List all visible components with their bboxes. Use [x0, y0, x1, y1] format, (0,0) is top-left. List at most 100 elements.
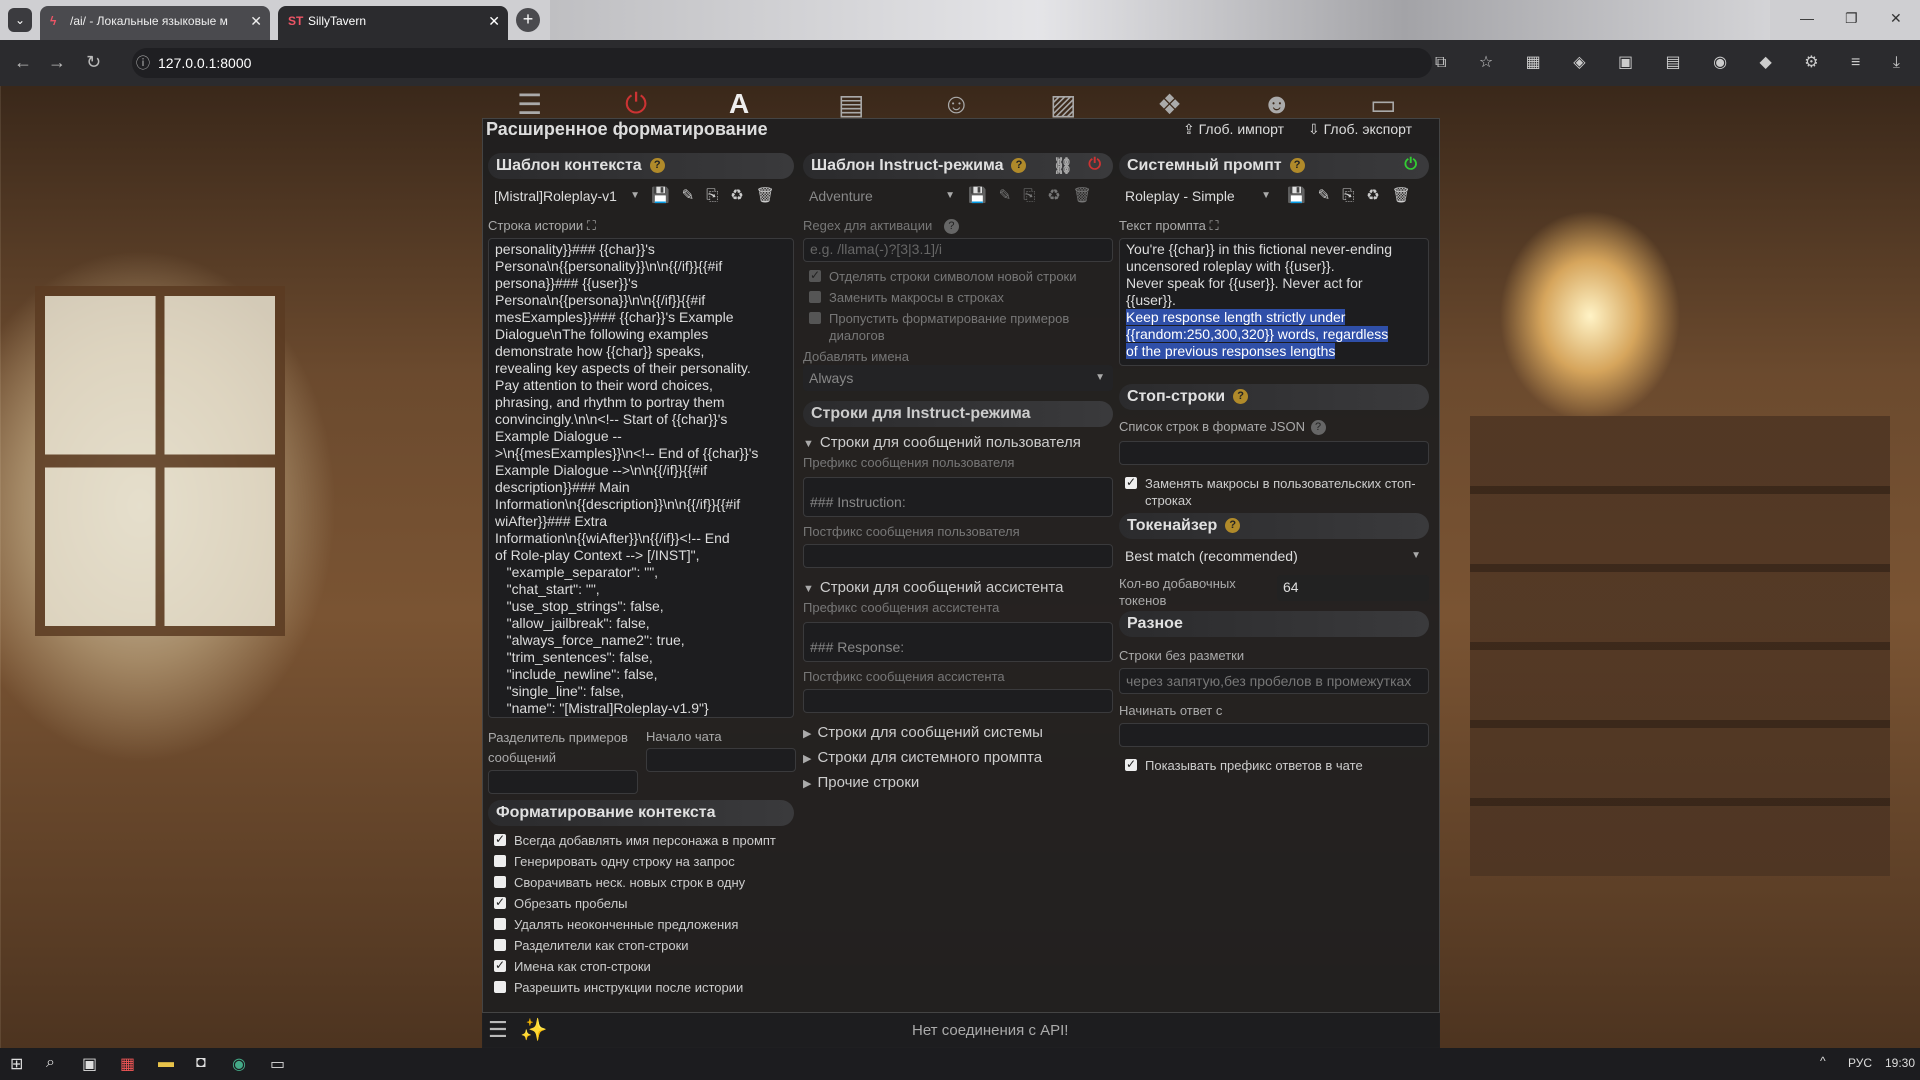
skip-examples-checkbox[interactable]: Пропустить форматирование примеров диало… — [803, 310, 1113, 344]
advanced-formatting-panel: Расширенное форматирование ⇪ Глоб. импор… — [482, 118, 1440, 1048]
folder-icon[interactable]: ▬ — [158, 1054, 174, 1072]
user-cog-icon[interactable]: ☺ — [942, 88, 971, 120]
context-format-checkbox[interactable]: Всегда добавлять имя персонажа в промпт — [488, 831, 794, 849]
cubes-icon[interactable]: ❖ — [1157, 88, 1182, 121]
url-input[interactable]: ⓘ 127.0.0.1:8000 — [132, 48, 1432, 78]
windows-start-icon[interactable]: ⊞ — [10, 1054, 23, 1074]
context-format-checkbox[interactable]: Разделители как стоп-строки — [488, 937, 794, 954]
tray-chevron-icon[interactable]: ^ — [1820, 1054, 1826, 1068]
caret-down-icon: ▼ — [1095, 372, 1105, 384]
smile-icon[interactable]: ☻ — [1262, 88, 1291, 120]
prompt-text-label: Текст промпта ⛶ — [1119, 218, 1219, 233]
new-tab-button[interactable]: + — [516, 8, 540, 32]
context-template-select[interactable]: [Mistral]Roleplay-v1 ▼ — [488, 183, 648, 209]
browser-tab-2[interactable]: ST SillyTavern ✕ — [278, 6, 508, 40]
template-actions[interactable]: 💾✎⎘♻🗑 — [651, 183, 787, 209]
forward-icon[interactable]: → — [48, 52, 66, 73]
start-reply-input[interactable] — [1119, 723, 1429, 748]
regex-input[interactable]: e.g. /llama(-)?[3|3.1]/i — [803, 238, 1113, 263]
context-format-checkbox[interactable]: Обрезать пробелы — [488, 894, 794, 912]
context-format-checkbox[interactable]: Генерировать одну строку на запрос — [488, 853, 794, 870]
replace-stop-macros-checkbox[interactable]: Заменять макросы в пользовательских стоп… — [1119, 474, 1429, 509]
language-indicator[interactable]: РУС — [1848, 1056, 1872, 1070]
assistant-prefix-input[interactable]: ### Response: — [803, 622, 1113, 663]
close-window-icon[interactable]: ✕ — [1890, 10, 1902, 27]
context-formatting-header: Форматирование контекста — [488, 800, 794, 826]
help-icon[interactable]: ? — [1225, 518, 1241, 534]
names-select[interactable]: Always ▼ — [803, 365, 1113, 392]
assistant-strings-toggle[interactable]: ▼ Строки для сообщений ассистента — [803, 578, 1113, 599]
help-icon[interactable]: ? — [649, 158, 665, 174]
wrap-newline-checkbox[interactable]: Отделять строки символом новой строки — [803, 267, 1113, 285]
context-format-checkbox[interactable]: Разрешить инструкции после истории — [488, 979, 794, 996]
stop-strings-label: Список строк в формате JSON ? — [1119, 418, 1429, 436]
instruct-template-select[interactable]: Adventure ▼ — [803, 183, 963, 209]
terminal-icon[interactable]: ▭ — [270, 1054, 285, 1074]
replace-macros-checkbox[interactable]: Заменить макросы в строках — [803, 289, 1113, 306]
stop-strings-input[interactable] — [1119, 441, 1429, 466]
link-icon[interactable]: ⛓ — [1053, 156, 1073, 176]
system-prompt-select[interactable]: Roleplay - Simple ▼ — [1119, 183, 1279, 209]
chat-start-input[interactable] — [646, 748, 796, 772]
magic-wand-icon[interactable]: ✨ — [520, 1017, 547, 1043]
help-icon[interactable]: ? — [1233, 389, 1249, 405]
restore-icon[interactable]: ❐ — [1845, 10, 1858, 27]
minimize-icon[interactable]: — — [1800, 10, 1814, 26]
app-icon-2[interactable]: ◘ — [196, 1054, 206, 1072]
clock[interactable]: 19:30 — [1885, 1056, 1915, 1070]
caret-down-icon: ▼ — [630, 190, 640, 201]
system-prompt-actions[interactable]: 💾✎⎘♻🗑 — [1287, 183, 1423, 209]
site-info-icon[interactable]: ⓘ — [136, 48, 150, 78]
story-string-textarea[interactable]: personality}}### {{char}}'s Persona\n{{p… — [488, 238, 794, 718]
help-icon[interactable]: ? — [1011, 158, 1027, 174]
context-format-checkbox[interactable]: Сворачивать неск. новых строк в одну — [488, 874, 794, 891]
system-prompt-textarea[interactable]: You're {{char}} in this fictional never-… — [1119, 238, 1429, 366]
close-icon[interactable]: ✕ — [488, 6, 500, 36]
extra-tokens-input[interactable]: 64 — [1277, 575, 1429, 602]
image-icon[interactable]: ▨ — [1050, 88, 1076, 121]
instruct-actions[interactable]: 💾✎⎘♻🗑 — [968, 183, 1104, 209]
task-view-icon[interactable]: ▣ — [82, 1054, 97, 1074]
help-icon[interactable]: ? — [943, 219, 959, 235]
chrome-icon[interactable]: ◉ — [232, 1054, 246, 1074]
close-icon[interactable]: ✕ — [250, 6, 262, 36]
user-strings-toggle[interactable]: ▼ Строки для сообщений пользователя — [803, 433, 1113, 454]
book-icon[interactable]: ▤ — [838, 88, 864, 121]
system-prompt-strings-toggle[interactable]: ▶ Строки для системного промпта — [803, 748, 1113, 769]
non-markdown-input[interactable]: через запятую,без пробелов в промежутках — [1119, 668, 1429, 695]
tokenizer-select[interactable]: Best match (recommended) ▼ — [1119, 543, 1429, 569]
tab-search-button[interactable]: ⌄ — [8, 8, 32, 32]
extension-icons[interactable]: ⧉ ☆ ▦ ◈ ▣ ▤ ◉ ◆ ⚙ ≡ ⤓ ● ⋮ — [1435, 52, 1920, 72]
page-title: Расширенное форматирование — [486, 119, 768, 139]
plug-icon[interactable]: ⏻ — [625, 88, 647, 121]
global-export-button[interactable]: ⇩ Глоб. экспорт — [1308, 121, 1412, 138]
caret-right-icon: ▶ — [803, 778, 812, 791]
search-icon[interactable]: ⌕ — [46, 1054, 55, 1072]
chat-start-label: Начало чата — [646, 729, 722, 744]
reload-icon[interactable]: ↻ — [86, 52, 101, 73]
help-icon[interactable]: ? — [1310, 420, 1326, 436]
sliders-icon[interactable]: ☰ — [517, 88, 542, 121]
browser-tab-1[interactable]: ϟ/ai/ - Локальные языковые м ✕ — [40, 6, 270, 40]
caret-right-icon: ▶ — [803, 728, 812, 741]
context-format-checkbox[interactable]: Имена как стоп-строки — [488, 957, 794, 975]
context-format-checkbox[interactable]: Удалять неоконченные предложения — [488, 916, 794, 933]
show-reply-prefix-checkbox[interactable]: Показывать префикс ответов в чате — [1119, 756, 1429, 774]
id-card-icon[interactable]: ▭ — [1370, 88, 1396, 121]
app-icon[interactable]: ▦ — [120, 1054, 135, 1074]
instruct-template-header: Шаблон Instruct-режима? ⛓ ⏻ — [803, 153, 1113, 179]
user-suffix-input[interactable] — [803, 544, 1113, 569]
help-icon[interactable]: ? — [1289, 158, 1305, 174]
power-icon[interactable]: ⏻ — [1404, 156, 1417, 174]
menu-icon[interactable]: ☰ — [488, 1017, 508, 1043]
system-strings-toggle[interactable]: ▶ Строки для сообщений системы — [803, 723, 1113, 744]
power-icon[interactable]: ⏻ — [1088, 156, 1101, 174]
assistant-suffix-input[interactable] — [803, 689, 1113, 714]
global-import-button[interactable]: ⇪ Глоб. импорт — [1183, 121, 1284, 138]
text-format-icon[interactable]: A — [729, 88, 749, 120]
example-separator-input[interactable] — [488, 770, 638, 794]
other-strings-toggle[interactable]: ▶ Прочие строки — [803, 773, 1113, 794]
api-status-text: Нет соединения с API! — [912, 1022, 1069, 1039]
user-prefix-input[interactable]: ### Instruction: — [803, 477, 1113, 518]
back-icon[interactable]: ← — [14, 52, 32, 73]
